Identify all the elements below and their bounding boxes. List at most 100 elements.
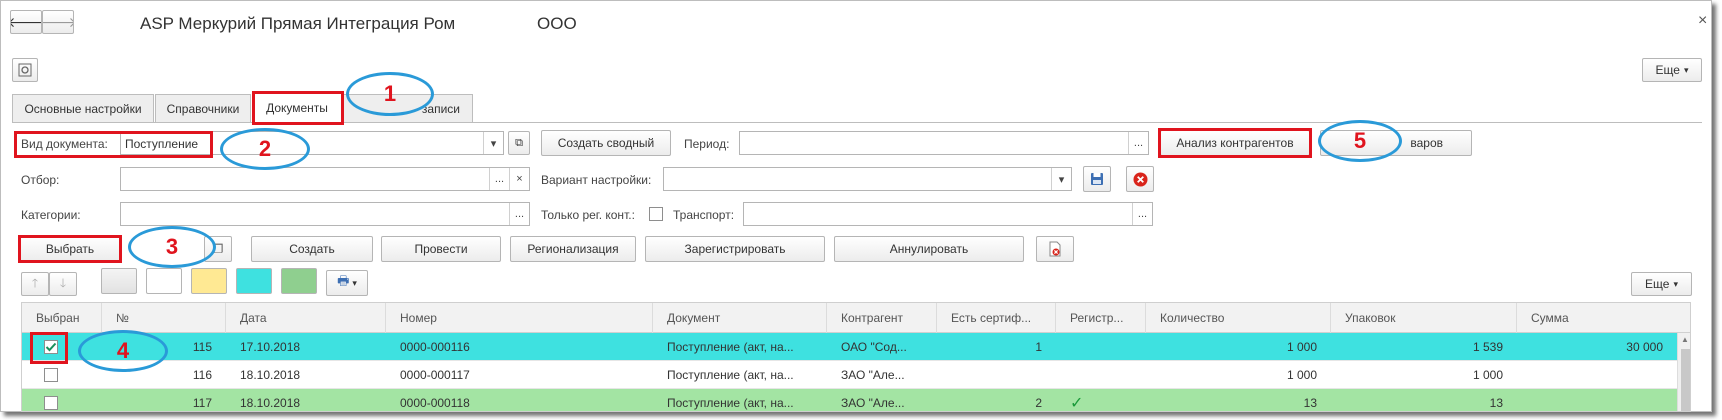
settings-button[interactable]	[12, 58, 38, 82]
filter-label: Отбор:	[21, 173, 60, 187]
ellipsis-icon: ...	[1133, 137, 1144, 149]
row-packs: 13	[1489, 396, 1503, 410]
period-label: Период:	[684, 137, 730, 151]
col-number[interactable]: Номер	[386, 303, 653, 333]
color-swatch-yellow[interactable]	[191, 268, 227, 294]
tab-references[interactable]: Справочники	[155, 94, 251, 122]
more-label: Еще	[1655, 63, 1680, 77]
row-counterparty: ОАО "Сод...	[841, 340, 907, 354]
tab-main-settings[interactable]: Основные настройки	[12, 94, 154, 122]
tab-documents[interactable]: Документы	[252, 92, 342, 122]
variant-label: Вариант настройки:	[541, 173, 652, 187]
ellipsis-icon: ...	[1137, 208, 1148, 220]
col-registration[interactable]: Регистр...	[1056, 303, 1146, 333]
color-swatch-cyan[interactable]	[236, 268, 272, 294]
only-registered-label: Только рег. конт.:	[541, 208, 635, 222]
save-settings-button[interactable]	[1083, 166, 1111, 192]
row-certificate: 1	[1035, 340, 1042, 354]
color-swatch-white[interactable]	[146, 268, 182, 294]
table-scrollbar[interactable]: ▲	[1677, 333, 1690, 411]
annotation-number: 5	[1353, 128, 1367, 153]
row-checkbox[interactable]	[44, 396, 58, 410]
col-counterparty[interactable]: Контрагент	[827, 303, 937, 333]
forward-button[interactable]: 🡒	[42, 10, 74, 34]
annotation-number: 2	[258, 136, 272, 161]
post-button[interactable]: Провести	[381, 236, 501, 262]
print-button[interactable]: 🖶 ▾	[326, 270, 368, 296]
move-up-button[interactable]: 🡑	[21, 272, 49, 296]
cancel-button[interactable]: Аннулировать	[834, 236, 1024, 262]
categories-select-button[interactable]: ...	[509, 203, 529, 225]
scrollbar-thumb[interactable]	[1681, 349, 1690, 411]
doc-type-field[interactable]: Поступление ▾	[120, 131, 504, 155]
col-certificate[interactable]: Есть сертиф...	[937, 303, 1056, 333]
ellipsis-icon: ...	[514, 208, 525, 220]
chevron-down-icon: ▾	[352, 277, 357, 288]
annotation-number: 1	[383, 81, 397, 106]
annotation-number: 4	[116, 338, 130, 363]
chevron-down-icon[interactable]: ▾	[1051, 168, 1071, 190]
transport-select-button[interactable]: ...	[1132, 203, 1152, 225]
select-button[interactable]: Выбрать	[19, 236, 121, 262]
col-num[interactable]: №	[102, 303, 226, 333]
row-registration	[1056, 361, 1146, 389]
row-counterparty: ЗАО "Але...	[841, 396, 905, 410]
scrollbar-up-arrow-icon[interactable]: ▲	[1681, 335, 1689, 344]
chevron-down-icon[interactable]: ▾	[483, 132, 503, 154]
row-date: 18.10.2018	[240, 396, 301, 410]
register-button[interactable]: Зарегистрировать	[645, 236, 825, 262]
tabs-divider	[12, 122, 1702, 123]
close-icon[interactable]: ×	[1698, 12, 1707, 30]
table-row[interactable]: 116 18.10.2018 0000-000117 Поступление (…	[22, 361, 1690, 389]
color-swatch-gray[interactable]	[101, 268, 137, 294]
select-label: Выбрать	[45, 242, 95, 256]
window-org: ООО	[537, 14, 577, 33]
create-label: Создать	[289, 242, 335, 256]
transport-label: Транспорт:	[673, 208, 735, 222]
transport-field[interactable]: ...	[743, 202, 1153, 226]
col-date[interactable]: Дата	[226, 303, 386, 333]
categories-field[interactable]: ...	[120, 202, 530, 226]
post-label: Провести	[414, 242, 468, 256]
open-doc-type-button[interactable]: ⧉	[508, 131, 530, 155]
filter-select-button[interactable]: ...	[489, 168, 509, 190]
period-field[interactable]: ...	[739, 131, 1149, 155]
annotation-marker-4: 4	[78, 330, 168, 372]
row-packs: 1 539	[1472, 340, 1503, 354]
variant-field[interactable]: ▾	[663, 167, 1072, 191]
create-summary-button[interactable]: Создать сводный	[541, 130, 671, 156]
gear-icon	[18, 63, 32, 77]
col-document[interactable]: Документ	[653, 303, 827, 333]
table-more-button[interactable]: Еще ▾	[1631, 272, 1692, 296]
row-checkbox[interactable]	[44, 368, 58, 382]
arrow-up-icon: 🡑	[31, 275, 39, 290]
filter-field[interactable]: × ...	[120, 167, 530, 191]
arrow-right-icon: 🡒	[43, 14, 73, 31]
table-row[interactable]: 115 17.10.2018 0000-000116 Поступление (…	[22, 333, 1690, 361]
row-number: 0000-000116	[400, 340, 470, 354]
only-registered-checkbox[interactable]	[649, 207, 663, 221]
delete-settings-button[interactable]	[1126, 166, 1154, 192]
move-down-button[interactable]: 🡓	[49, 272, 77, 296]
row-certificate: 2	[1035, 396, 1042, 410]
more-button[interactable]: Еще ▾	[1642, 58, 1702, 82]
back-button[interactable]: 🡐	[10, 10, 42, 34]
table-row[interactable]: 117 18.10.2018 0000-000118 Поступление (…	[22, 389, 1690, 411]
col-packs[interactable]: Упаковок	[1331, 303, 1517, 333]
col-selected[interactable]: Выбран	[22, 303, 102, 333]
color-swatch-green[interactable]	[281, 268, 317, 294]
col-quantity[interactable]: Количество	[1146, 303, 1331, 333]
create-button[interactable]: Создать	[251, 236, 373, 262]
row-packs: 1 000	[1472, 368, 1503, 382]
col-sum[interactable]: Сумма	[1517, 303, 1690, 333]
doc-type-label: Вид документа:	[21, 137, 108, 151]
period-select-button[interactable]: ...	[1128, 132, 1148, 154]
delete-document-button[interactable]	[1036, 236, 1074, 262]
goods-label: варов	[1410, 136, 1443, 150]
analyze-counterparties-button[interactable]: Анализ контрагентов	[1160, 130, 1310, 156]
documents-table: Выбран № Дата Номер Документ Контрагент …	[21, 302, 1691, 412]
row-checkbox[interactable]	[44, 340, 58, 354]
regionalization-button[interactable]: Регионализация	[510, 236, 636, 262]
more-label: Еще	[1645, 277, 1670, 291]
filter-clear-button[interactable]: ×	[509, 168, 529, 190]
